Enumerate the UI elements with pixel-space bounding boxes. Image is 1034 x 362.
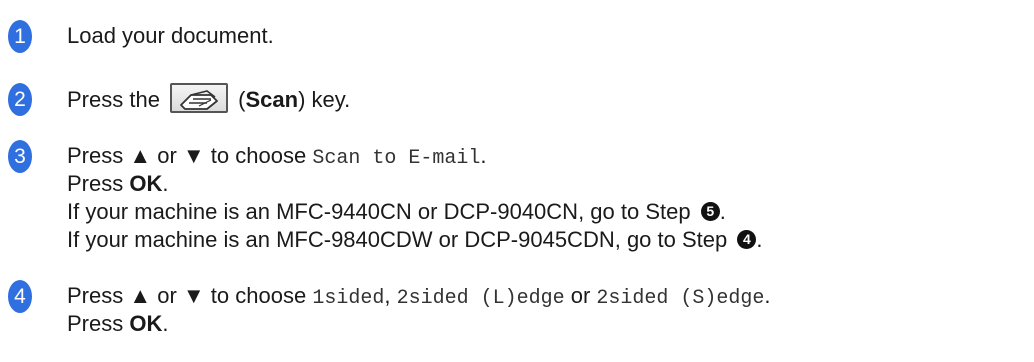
step-3-line-3: If your machine is an MFC-9440CN or DCP-… xyxy=(67,199,726,225)
punctuation: . xyxy=(764,283,771,308)
step-3-line-2: Press OK. xyxy=(67,171,168,197)
instruction-text: Press ▲ or ▼ to choose xyxy=(67,283,313,308)
punctuation: . xyxy=(162,171,169,196)
step-2-paren-open: ( xyxy=(232,86,246,112)
step-number-badge: 2 xyxy=(8,83,32,116)
step-number-badge: 3 xyxy=(8,140,32,173)
step-number-badge: 4 xyxy=(8,280,32,313)
step-3-line-1: Press ▲ or ▼ to choose Scan to E-mail. xyxy=(67,143,486,172)
step-2-suffix: ) key. xyxy=(298,86,351,112)
separator: or xyxy=(564,283,597,308)
scan-key-icon xyxy=(170,83,229,113)
instruction-text: If your machine is an MFC-9440CN or DCP-… xyxy=(67,199,697,224)
menu-option: 1sided xyxy=(312,287,385,310)
step-number-badge: 1 xyxy=(8,20,32,53)
separator: , xyxy=(384,283,397,308)
step-2-prefix: Press the xyxy=(67,86,167,112)
menu-option: Scan to E-mail xyxy=(312,147,481,170)
step-4-line-2: Press OK. xyxy=(67,311,168,337)
step-ref-badge: 5 xyxy=(700,201,720,221)
step-1-text: Load your document. xyxy=(67,23,274,48)
instruction-text: Press xyxy=(67,171,130,196)
scan-key-label: Scan xyxy=(245,86,299,112)
instruction-text: If your machine is an MFC-9840CDW or DCP… xyxy=(67,227,734,252)
ok-key-label: OK xyxy=(129,171,163,196)
punctuation: . xyxy=(162,311,169,336)
instruction-text: Press xyxy=(67,311,130,336)
ok-key-label: OK xyxy=(129,311,163,336)
step-4-line-1: Press ▲ or ▼ to choose 1sided, 2sided (L… xyxy=(67,283,771,312)
step-2-text: Press the (Scan) key. xyxy=(67,83,351,116)
menu-option: 2sided (L)edge xyxy=(396,287,565,310)
step-3-line-4: If your machine is an MFC-9840CDW or DCP… xyxy=(67,227,762,253)
menu-option: 2sided (S)edge xyxy=(596,287,765,310)
punctuation: . xyxy=(756,227,763,252)
step-ref-badge: 4 xyxy=(737,229,757,249)
punctuation: . xyxy=(480,143,487,168)
instruction-text: Press ▲ or ▼ to choose xyxy=(67,143,313,168)
punctuation: . xyxy=(719,199,726,224)
